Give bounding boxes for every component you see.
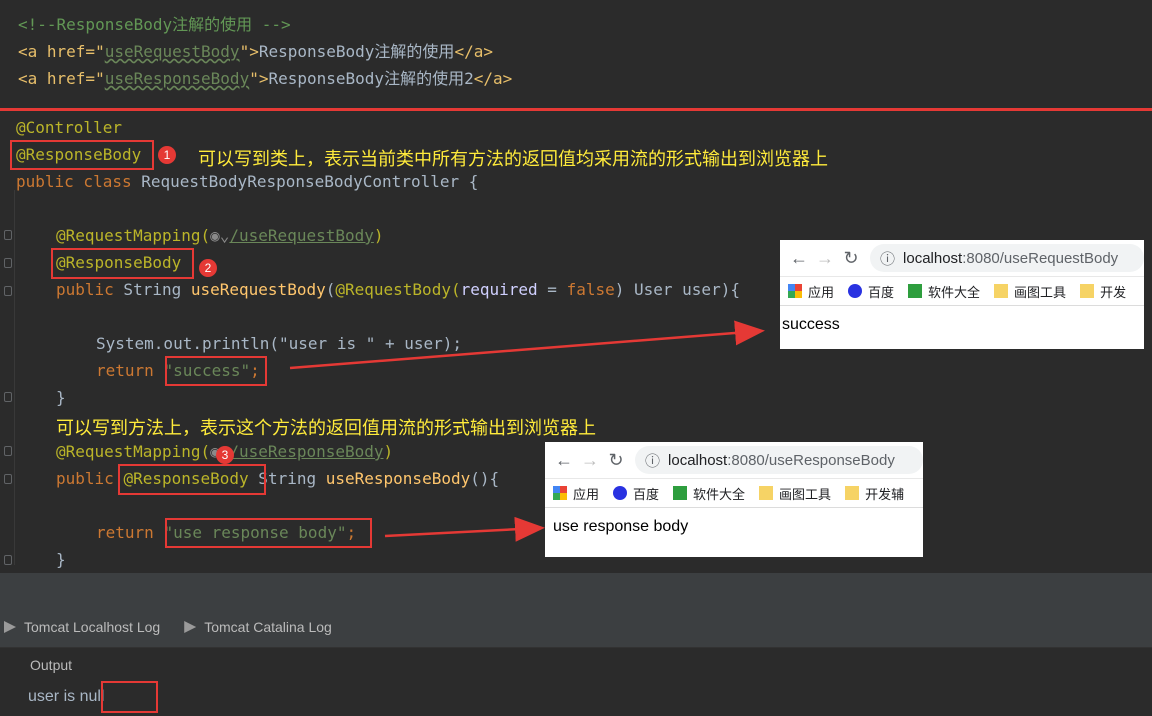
highlight-box-null: [101, 681, 158, 713]
bottom-tool-panel: Tomcat Localhost Log Tomcat Catalina Log…: [0, 573, 1152, 716]
tab-label: Tomcat Catalina Log: [204, 619, 332, 635]
arrow-to-browser-1: [289, 320, 765, 370]
output-prefix: user is: [28, 688, 80, 705]
log-icon: [184, 621, 197, 633]
tab-tomcat-localhost-log[interactable]: Tomcat Localhost Log: [4, 619, 160, 635]
output-console: user is null: [0, 681, 1152, 716]
panel-spacer: [0, 573, 1152, 607]
arrow-to-browser-2: [384, 516, 545, 542]
log-tabs: Tomcat Localhost Log Tomcat Catalina Log: [0, 607, 1152, 647]
output-label: Output: [30, 657, 73, 673]
output-header: Output: [0, 647, 1152, 682]
log-icon: [4, 621, 16, 633]
output-line: user is null: [28, 687, 104, 707]
tab-tomcat-catalina-log[interactable]: Tomcat Catalina Log: [184, 619, 332, 635]
tab-label: Tomcat Localhost Log: [24, 619, 161, 635]
